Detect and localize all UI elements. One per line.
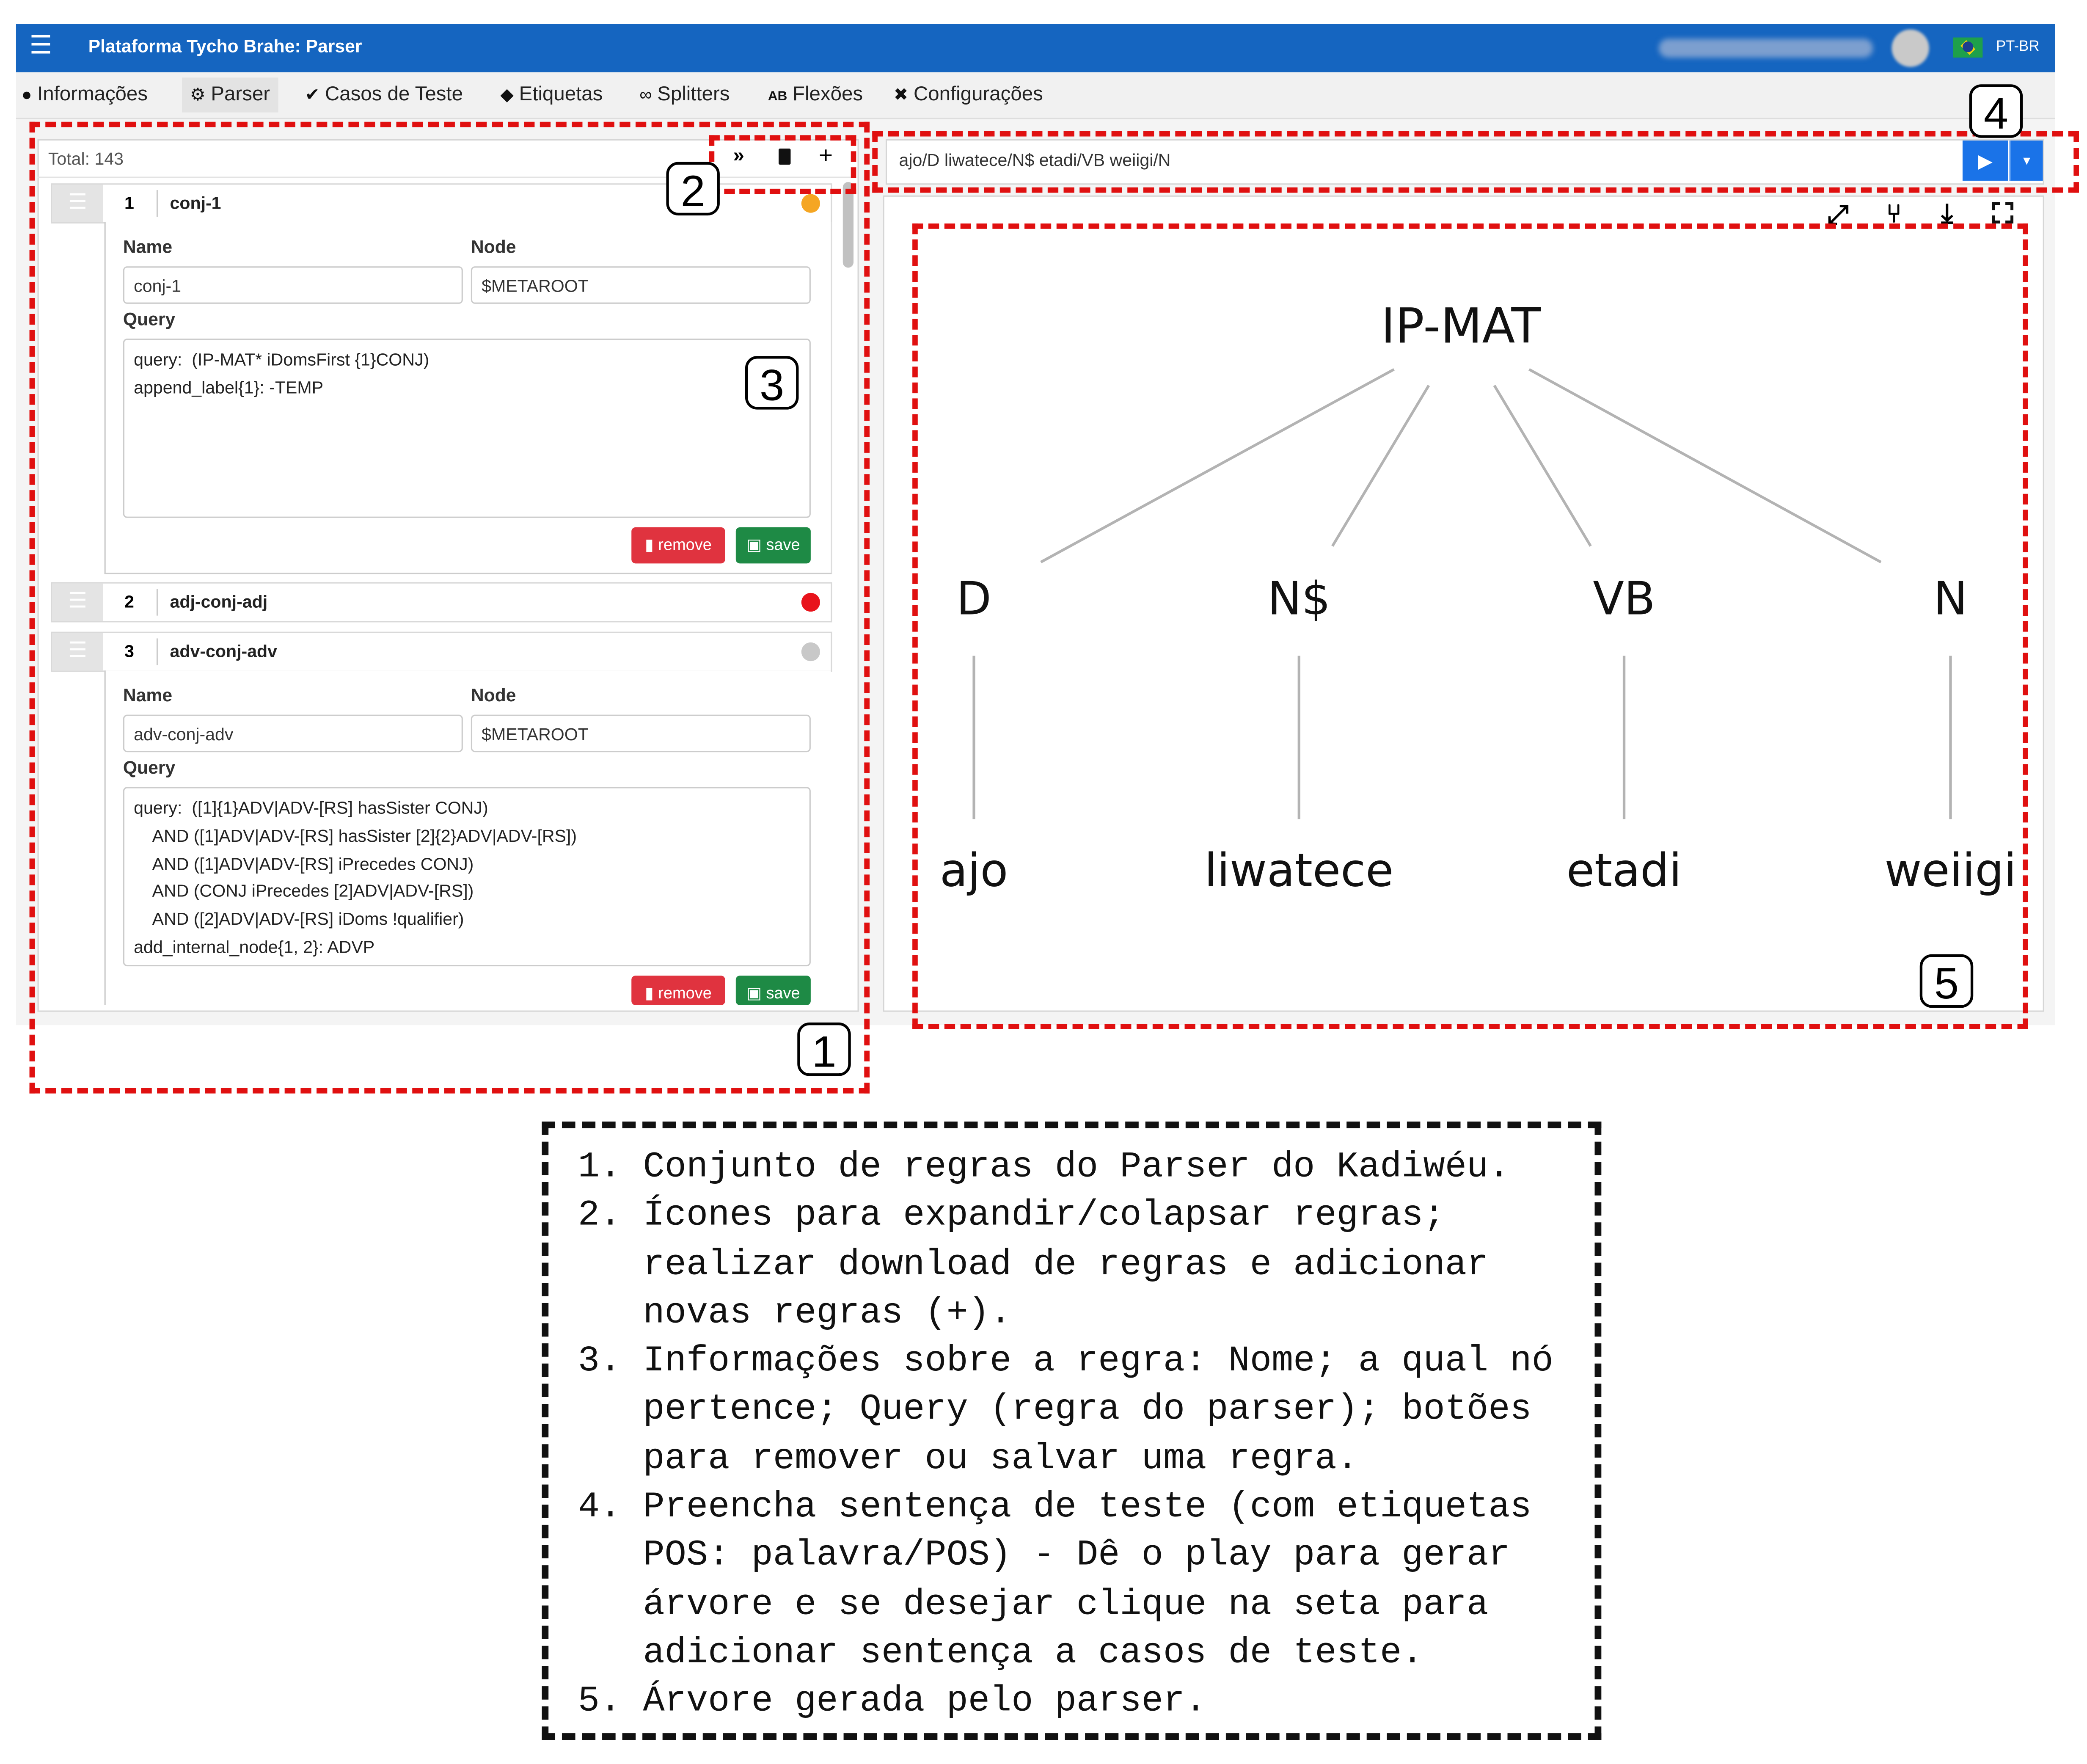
tab-splitters[interactable]: ∞ Splitters <box>639 83 730 106</box>
user-name-blurred <box>1659 39 1873 58</box>
tab-configuracoes[interactable]: ✖ Configurações <box>894 83 1043 106</box>
legend-item: realizar download de regras e adicionar <box>578 1245 1489 1286</box>
callout-5: 5 <box>1919 954 1974 1008</box>
legend-item: 4. Preencha sentença de teste (com etiqu… <box>578 1488 1532 1529</box>
gears-icon: ⚙ <box>190 84 206 105</box>
tab-casos-de-teste[interactable]: ✔ Casos de Teste <box>305 83 463 106</box>
check-circle-icon: ✔ <box>305 84 320 105</box>
legend-item: novas regras (+). <box>578 1294 1012 1334</box>
tab-etiquetas[interactable]: ◆ Etiquetas <box>500 83 603 106</box>
legend-item: 3. Informações sobre a regra: Nome; a qu… <box>578 1342 1553 1383</box>
menu-icon[interactable]: ☰ <box>30 33 52 59</box>
legend-item: pertence; Query (regra do parser); botõe… <box>578 1391 1532 1432</box>
legend-item: 1. Conjunto de regras do Parser do Kadiw… <box>578 1148 1510 1189</box>
callout-3: 3 <box>745 356 799 410</box>
legend-item: 2. Ícones para expandir/colapsar regras; <box>578 1197 1445 1237</box>
tools-icon: ✖ <box>893 84 909 105</box>
brazil-flag-icon[interactable] <box>1953 37 1983 58</box>
callout-4: 4 <box>1969 84 2023 138</box>
callout-2: 2 <box>666 162 720 216</box>
info-icon: ● <box>21 84 32 105</box>
avatar[interactable] <box>1892 29 1929 67</box>
link-icon: ∞ <box>639 84 652 105</box>
tab-informacoes[interactable]: ● Informações <box>22 83 148 106</box>
annotation-box-1 <box>29 121 870 1094</box>
tab-parser[interactable]: ⚙ Parser <box>182 77 278 113</box>
app-title: Plataforma Tycho Brahe: Parser <box>88 36 362 56</box>
tab-flexoes[interactable]: AB Flexões <box>768 83 863 106</box>
main-tabs: ● Informações ⚙ Parser ✔ Casos de Teste ◆ Et… <box>16 72 2055 119</box>
spell-check-icon: AB <box>768 89 787 105</box>
legend-item: POS: palavra/POS) - Dê o play para gerar <box>578 1537 1510 1577</box>
legend-box: 1. Conjunto de regras do Parser do Kadiw… <box>542 1122 1602 1740</box>
legend-item: para remover ou salvar uma regra. <box>578 1439 1358 1480</box>
legend-item: 5. Árvore gerada pelo parser. <box>578 1682 1207 1723</box>
callout-1: 1 <box>797 1022 851 1076</box>
tags-icon: ◆ <box>500 84 514 105</box>
legend-list: 1. Conjunto de regras do Parser do Kadiw… <box>578 1144 1553 1727</box>
annotation-box-5 <box>912 223 2028 1029</box>
annotation-box-4 <box>872 131 2079 193</box>
language-label[interactable]: PT-BR <box>1996 39 2039 55</box>
legend-item: árvore e se desejar clique na seta para <box>578 1585 1489 1626</box>
top-bar: ☰ Plataforma Tycho Brahe: Parser PT-BR <box>16 24 2055 72</box>
legend-item: adicionar sentença a casos de teste. <box>578 1634 1423 1674</box>
annotation-box-2 <box>709 135 856 194</box>
